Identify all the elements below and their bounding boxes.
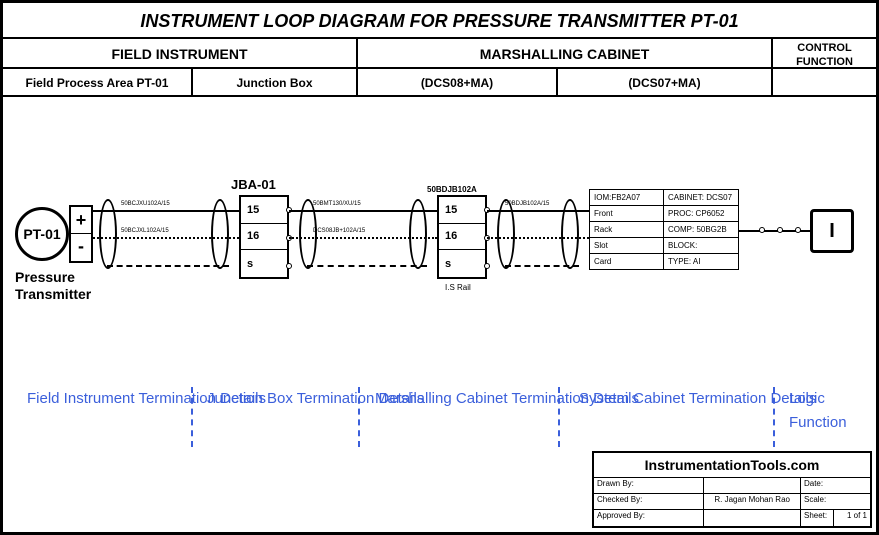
jb-terminal-15: 15 [241,197,287,224]
tb-drawn-by-label: Drawn By: [594,478,704,493]
terminal-minus: - [71,234,91,261]
mc-terminal-s: s [439,250,485,277]
mc-terminal-15: 15 [439,197,485,224]
tb-checked-by-value: R. Jagan Mohan Rao [704,494,801,509]
sys-row-0: IOM:FB2A07CABINET: DCS07 [590,190,738,206]
wire-shield-mc-sys [505,265,579,267]
sub-control-empty [773,69,876,95]
section-label-logic: Logic Function [789,387,876,435]
jb-terminal-16: 16 [241,224,287,251]
jb-terminal-s: s [241,250,287,277]
tb-approved-by-value [704,510,801,526]
tb-sheet-value: 1 of 1 [834,510,870,526]
junction-box-tag: JBA-01 [231,177,276,192]
wire-plus-jb-mc [289,210,437,212]
header-marshalling-cabinet: MARSHALLING CABINET [358,39,773,67]
sub-junction-box: Junction Box [193,69,358,95]
transmitter-label: Pressure Transmitter [15,269,91,303]
sub-dcs08: (DCS08+MA) [358,69,558,95]
marshalling-terminal-strip: 15 16 s [437,195,487,279]
tb-drawn-by-value [704,478,801,493]
sys-row-2: RackCOMP: 50BG2B [590,222,738,238]
system-cabinet-table: IOM:FB2A07CABINET: DCS07 FrontPROC: CP60… [589,189,739,270]
wire-plus-mc-sys [487,210,589,212]
tb-sheet-label: Sheet: [801,510,834,526]
subheader-row: Field Process Area PT-01 Junction Box (D… [3,69,876,97]
tb-scale-label: Scale: [801,494,870,509]
cable-tag-2a: 50BMT130/XU/15 [313,201,361,207]
pressure-transmitter-bubble: PT-01 [15,207,69,261]
titleblock-site: InstrumentationTools.com [594,453,870,478]
node-dot-2 [777,227,783,233]
sys-row-3: SlotBLOCK: [590,238,738,254]
titleblock: InstrumentationTools.com Drawn By: Date:… [592,451,872,528]
cable-tag-1a: 50BCJXU102A/15 [121,201,170,207]
node-dot-1 [759,227,765,233]
cable-tag-3a: 50BDJB102A/15 [505,201,549,207]
tb-approved-by-label: Approved By: [594,510,704,526]
node-dot-3 [795,227,801,233]
wire-shield-field-jb [107,265,229,267]
is-rail-label: I.S Rail [445,283,471,292]
wire-minus-field-jb [93,237,239,239]
header-field-instrument: FIELD INSTRUMENT [3,39,358,67]
cable-tag-1b: 50BCJXL102A/15 [121,228,169,234]
terminal-plus: + [71,207,91,234]
wire-minus-jb-mc [289,237,437,239]
sys-row-1: FrontPROC: CP6052 [590,206,738,222]
transmitter-terminal-block: + - [69,205,93,263]
drawing-title: INSTRUMENT LOOP DIAGRAM FOR PRESSURE TRA… [3,3,876,39]
junction-box: 15 16 s [239,195,289,279]
sub-field-process-area: Field Process Area PT-01 [3,69,193,95]
marshalling-terminal-tag: 50BDJB102A [427,185,477,194]
schematic-body: PT-01 + - Pressure Transmitter JBA-01 15… [3,97,876,532]
sub-dcs07: (DCS07+MA) [558,69,773,95]
drawing-frame: INSTRUMENT LOOP DIAGRAM FOR PRESSURE TRA… [0,0,879,535]
section-label-sys: System Cabinet Termination Details [579,387,816,411]
tb-date-label: Date: [801,478,870,493]
header-control-function: CONTROL FUNCTION [773,39,876,67]
tb-checked-by-label: Checked By: [594,494,704,509]
mc-terminal-16: 16 [439,224,485,251]
logic-function-block: I [810,209,854,253]
wire-minus-mc-sys [487,237,589,239]
wire-shield-jb-mc [307,265,427,267]
cable-tag-2b: DCS08JB+102A/15 [313,228,365,234]
sys-row-4: CardTYPE: AI [590,254,738,269]
header-row: FIELD INSTRUMENT MARSHALLING CABINET CON… [3,39,876,69]
wire-plus-field-jb [93,210,239,212]
